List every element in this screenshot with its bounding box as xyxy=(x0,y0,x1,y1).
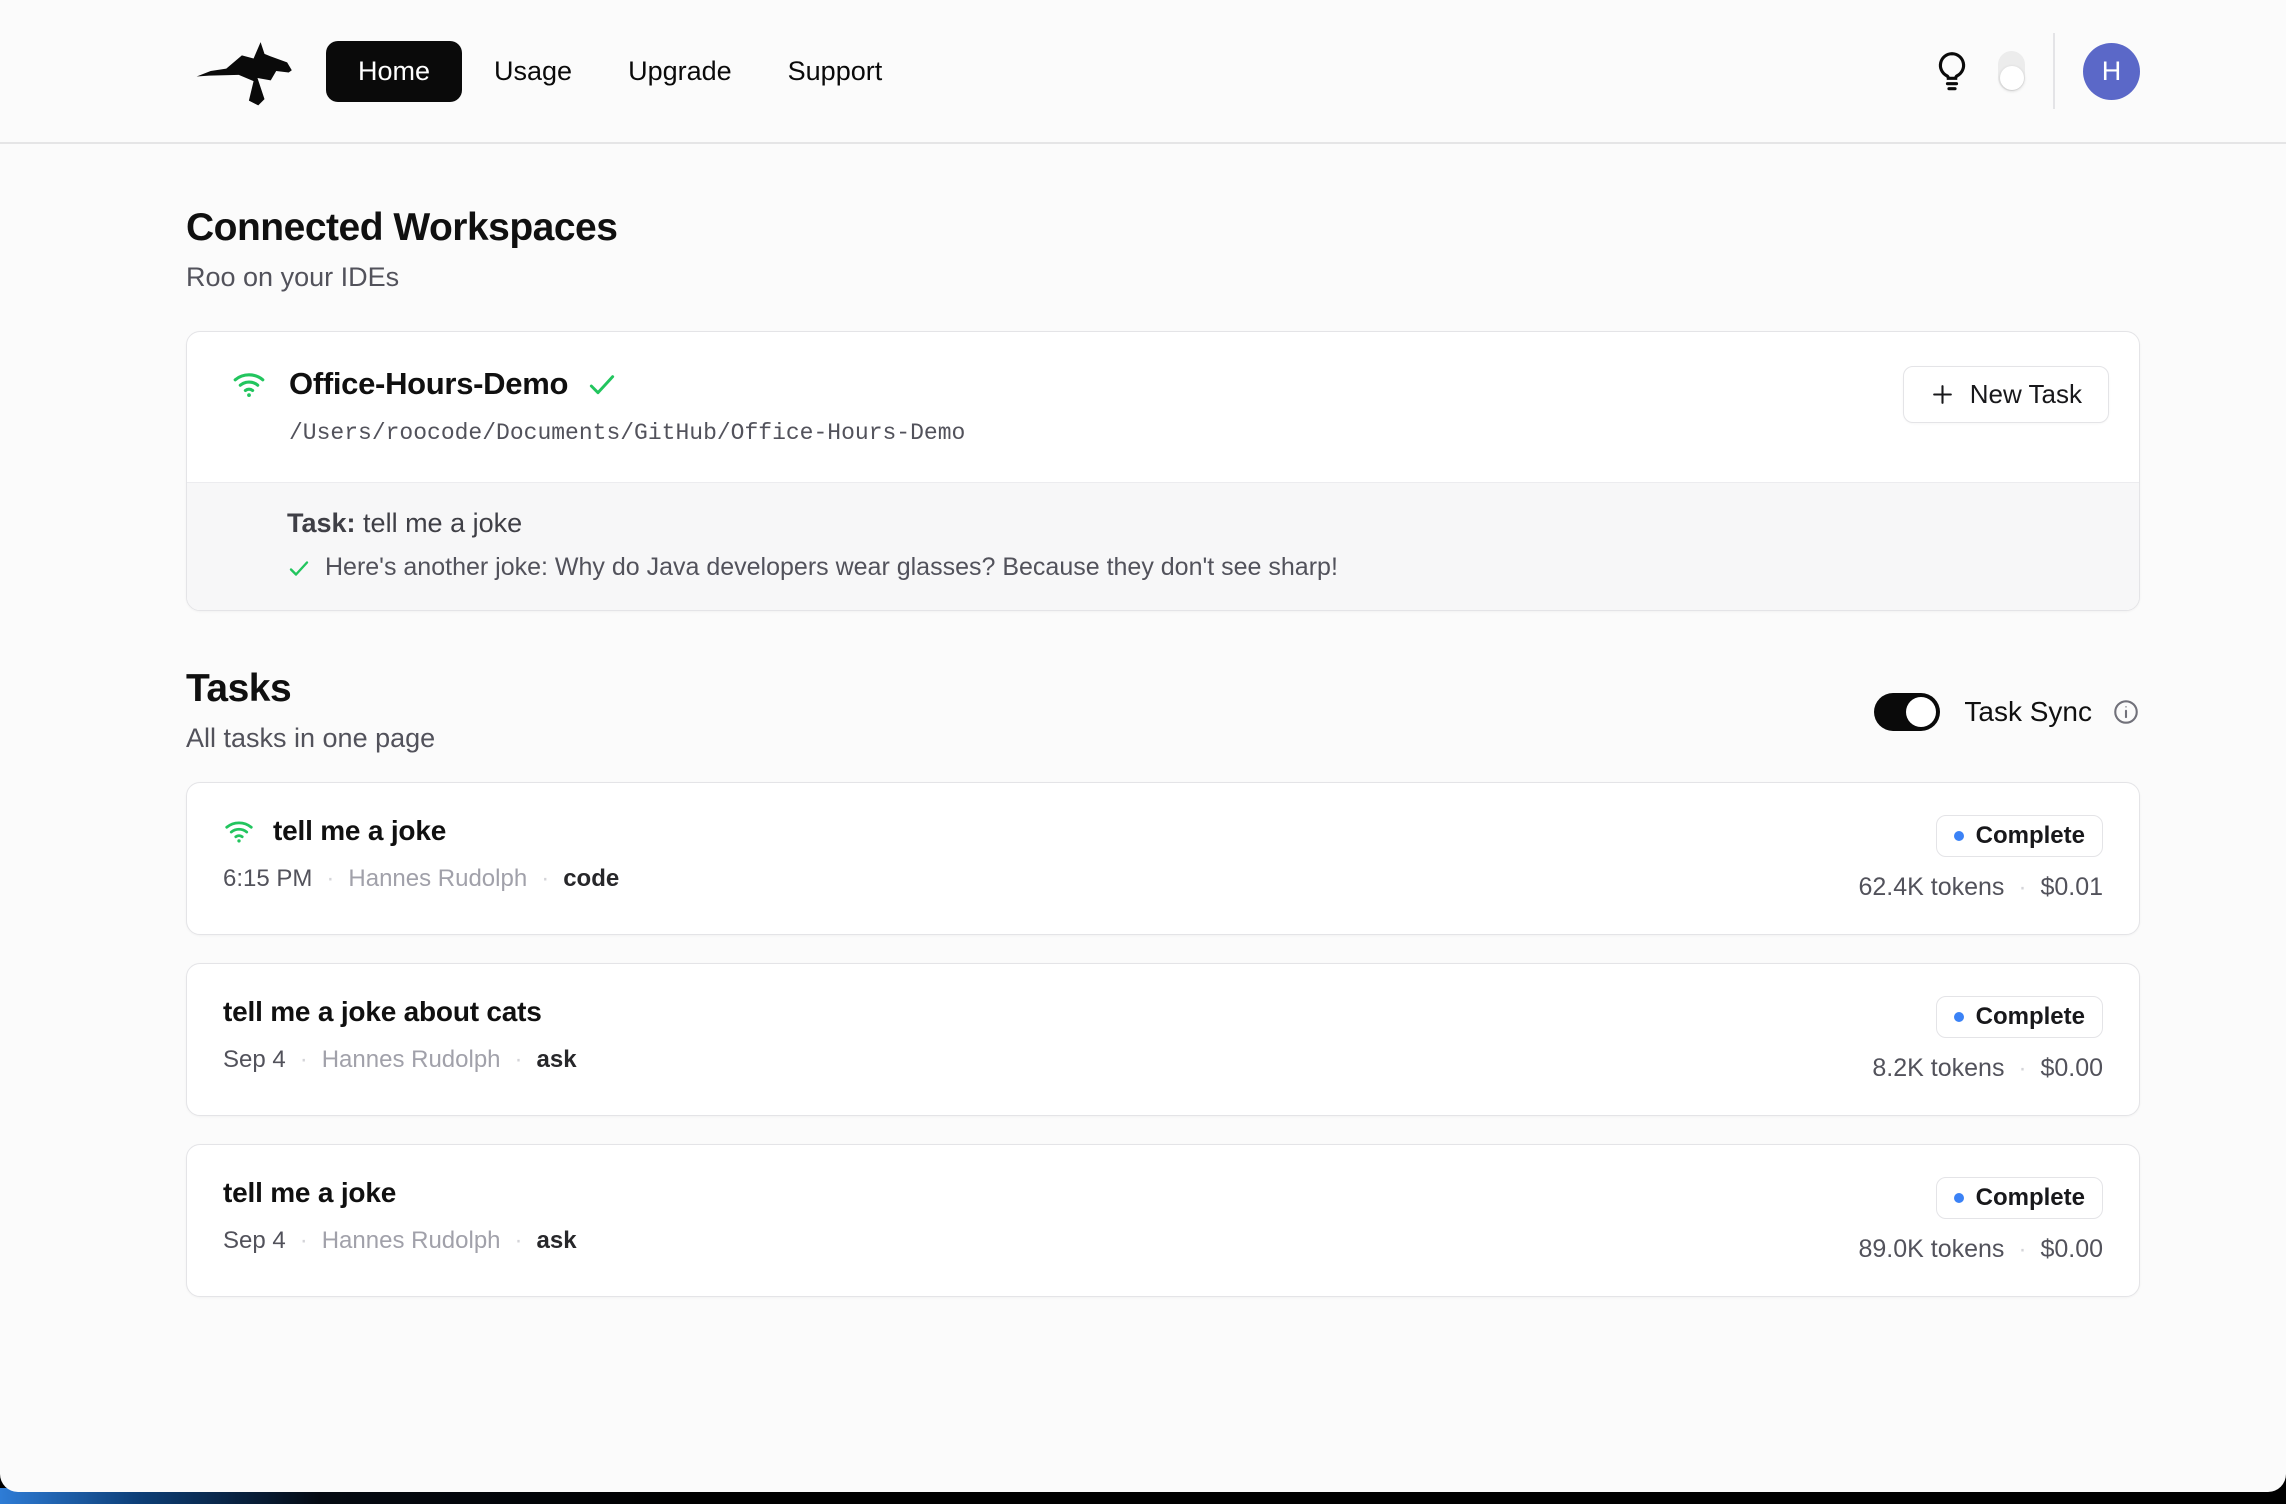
task-sync-label: Task Sync xyxy=(1964,696,2092,728)
nav-home[interactable]: Home xyxy=(326,41,462,102)
task-title: tell me a joke xyxy=(223,1177,396,1209)
task-title: tell me a joke about cats xyxy=(223,996,542,1028)
task-row[interactable]: tell me a joke Sep 4 · Hannes Rudolph · … xyxy=(186,1144,2140,1297)
task-mode: ask xyxy=(537,1227,577,1255)
check-icon xyxy=(586,368,618,400)
lightbulb-theme-icon[interactable] xyxy=(1932,49,1972,93)
new-task-button[interactable]: New Task xyxy=(1903,366,2109,423)
main-content: Connected Workspaces Roo on your IDEs Of… xyxy=(0,144,2286,1297)
roo-kangaroo-logo[interactable] xyxy=(186,32,304,110)
new-task-label: New Task xyxy=(1970,379,2082,410)
workspaces-subtitle: Roo on your IDEs xyxy=(186,262,2140,293)
check-icon xyxy=(287,556,311,580)
workspaces-section: Connected Workspaces Roo on your IDEs Of… xyxy=(186,206,2140,611)
task-user: Hannes Rudolph xyxy=(322,1227,501,1255)
status-label: Complete xyxy=(1976,822,2085,850)
status-badge: Complete xyxy=(1936,996,2103,1038)
task-tokens: 8.2K tokens xyxy=(1872,1054,2004,1083)
theme-toggle[interactable] xyxy=(1998,51,2025,91)
task-time: Sep 4 xyxy=(223,1227,286,1255)
last-task-label: Task: xyxy=(287,508,356,538)
plus-icon xyxy=(1930,382,1955,407)
status-label: Complete xyxy=(1976,1003,2085,1031)
app-window: Home Usage Upgrade Support H Connected W… xyxy=(0,0,2286,1492)
wifi-connected-icon xyxy=(223,815,255,847)
workspace-path: /Users/roocode/Documents/GitHub/Office-H… xyxy=(289,420,965,446)
theme-toggle-knob xyxy=(2000,66,2024,90)
task-user: Hannes Rudolph xyxy=(322,1046,501,1074)
last-task-result: Here's another joke: Why do Java develop… xyxy=(325,553,1338,582)
tasks-subtitle: All tasks in one page xyxy=(186,723,435,754)
status-label: Complete xyxy=(1976,1184,2085,1212)
workspaces-title: Connected Workspaces xyxy=(186,206,2140,250)
task-user: Hannes Rudolph xyxy=(348,865,527,893)
task-tokens: 62.4K tokens xyxy=(1859,873,2005,902)
task-row[interactable]: tell me a joke 6:15 PM · Hannes Rudolph … xyxy=(186,782,2140,935)
task-mode: ask xyxy=(537,1046,577,1074)
tasks-section: Tasks All tasks in one page Task Sync xyxy=(186,667,2140,1297)
task-title: tell me a joke xyxy=(273,815,446,847)
task-cost: $0.00 xyxy=(2040,1054,2103,1083)
status-badge: Complete xyxy=(1936,815,2103,857)
nav-usage[interactable]: Usage xyxy=(466,42,600,101)
main-nav: Home Usage Upgrade Support xyxy=(326,41,910,102)
task-sync-toggle[interactable] xyxy=(1874,693,1940,731)
task-cost: $0.00 xyxy=(2040,1235,2103,1264)
tasks-title: Tasks xyxy=(186,667,435,711)
task-tokens: 89.0K tokens xyxy=(1859,1235,2005,1264)
wifi-connected-icon xyxy=(231,366,267,402)
last-task-title: tell me a joke xyxy=(363,508,522,538)
top-nav: Home Usage Upgrade Support H xyxy=(0,0,2286,144)
status-dot xyxy=(1954,1193,1964,1203)
task-time: 6:15 PM xyxy=(223,865,312,893)
status-dot xyxy=(1954,831,1964,841)
status-badge: Complete xyxy=(1936,1177,2103,1219)
nav-support[interactable]: Support xyxy=(760,42,911,101)
status-dot xyxy=(1954,1012,1964,1022)
task-mode: code xyxy=(563,865,619,893)
info-icon[interactable] xyxy=(2112,698,2140,726)
workspace-card: Office-Hours-Demo /Users/roocode/Documen… xyxy=(186,331,2140,611)
workspace-name: Office-Hours-Demo xyxy=(289,366,568,402)
header-divider xyxy=(2053,33,2055,109)
task-cost: $0.01 xyxy=(2040,873,2103,902)
task-sync-toggle-knob xyxy=(1906,697,1936,727)
nav-upgrade[interactable]: Upgrade xyxy=(600,42,760,101)
workspace-last-task: Task: tell me a joke Here's another joke… xyxy=(187,482,2139,610)
task-row[interactable]: tell me a joke about cats Sep 4 · Hannes… xyxy=(186,963,2140,1116)
task-time: Sep 4 xyxy=(223,1046,286,1074)
user-avatar[interactable]: H xyxy=(2083,43,2140,100)
